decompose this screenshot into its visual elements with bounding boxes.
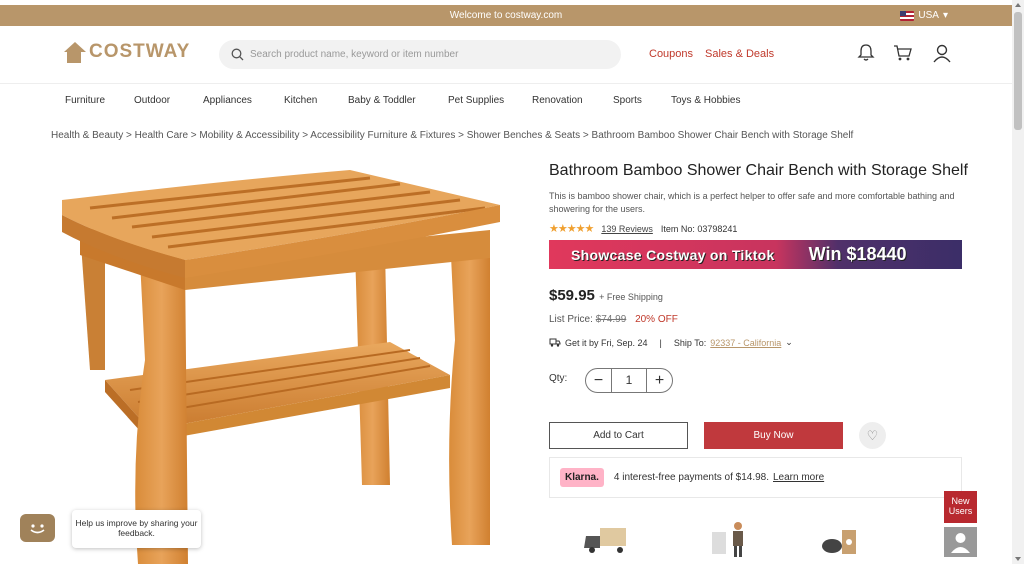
- qty-value[interactable]: 1: [611, 369, 647, 392]
- star-rating-icon: ★★★★★: [549, 223, 594, 235]
- separator: |: [659, 337, 662, 348]
- list-price: $74.99: [595, 314, 627, 325]
- welcome-text: Welcome to costway.com: [449, 10, 563, 21]
- qty-label: Qty:: [549, 373, 568, 384]
- wishlist-heart-icon[interactable]: ♡: [859, 422, 886, 449]
- product-image[interactable]: [50, 160, 520, 564]
- cart-icon[interactable]: [893, 43, 913, 63]
- price-row: $59.95 + Free Shipping: [549, 287, 663, 304]
- page-scrollbar[interactable]: [1012, 0, 1024, 564]
- scroll-down-icon[interactable]: [1015, 557, 1021, 561]
- logo-text: COSTWAY: [89, 41, 191, 62]
- banner-right-text: Win $18440: [808, 244, 907, 264]
- savings-feature-icon: [822, 530, 856, 554]
- klarna-badge: Klarna.: [560, 468, 604, 487]
- product-title: Bathroom Bamboo Shower Chair Bench with …: [549, 162, 968, 179]
- site-header: COSTWAY Coupons Sales & Deals: [0, 26, 1012, 84]
- smiley-icon: [30, 524, 45, 534]
- search-bar[interactable]: [219, 40, 621, 69]
- add-to-cart-button[interactable]: Add to Cart: [549, 422, 688, 449]
- person-icon: [951, 533, 970, 553]
- breadcrumb[interactable]: Health & Beauty > Health Care > Mobility…: [51, 130, 853, 141]
- user-panel-button[interactable]: [944, 527, 977, 557]
- coupons-link[interactable]: Coupons: [649, 48, 693, 60]
- region-selector[interactable]: USA ▾: [900, 5, 948, 26]
- quantity-stepper: − 1 +: [585, 368, 673, 393]
- feedback-bubble[interactable]: Help us improve by sharing your feedback…: [72, 510, 201, 548]
- ship-to-zip-link[interactable]: 92337 - California: [710, 338, 781, 348]
- sales-deals-link[interactable]: Sales & Deals: [705, 48, 774, 60]
- delivery-truck-icon: [549, 338, 561, 347]
- feedback-chat-button[interactable]: [20, 514, 55, 542]
- region-label: USA: [918, 10, 939, 21]
- banner-left-text: Showcase Costway on Tiktok: [571, 246, 775, 263]
- increase-qty-button[interactable]: +: [647, 372, 672, 390]
- nav-item-kitchen[interactable]: Kitchen: [284, 95, 317, 106]
- shipping-row: Get it by Fri, Sep. 24 | Ship To: 92337 …: [549, 337, 793, 348]
- caret-down-icon: ▾: [942, 10, 948, 21]
- klarna-text: 4 interest-free payments of $14.98.: [613, 472, 769, 483]
- klarna-learn-more-link[interactable]: Learn more: [773, 472, 824, 483]
- nav-item-sports[interactable]: Sports: [613, 95, 642, 106]
- delivery-estimate: Get it by Fri, Sep. 24: [565, 337, 648, 348]
- sale-price: $59.95: [549, 287, 595, 304]
- search-input[interactable]: [250, 49, 610, 60]
- delivery-truck-feature-icon: [584, 528, 626, 553]
- new-users-button[interactable]: New Users: [944, 491, 977, 523]
- customer-service-feature-icon: [712, 522, 743, 557]
- us-flag-icon: [900, 10, 915, 21]
- nav-item-furniture[interactable]: Furniture: [65, 95, 105, 106]
- nav-item-renovation[interactable]: Renovation: [532, 95, 583, 106]
- rating-row: ★★★★★ 139 Reviews Item No: 03798241: [549, 222, 737, 235]
- ship-to-label: Ship To:: [673, 337, 707, 348]
- discount-badge: 20% OFF: [635, 314, 678, 325]
- nav-item-outdoor[interactable]: Outdoor: [134, 95, 170, 106]
- list-price-label: List Price:: [549, 314, 593, 325]
- user-icon[interactable]: [932, 43, 952, 63]
- reviews-link[interactable]: 139 Reviews: [601, 224, 653, 234]
- item-number: Item No: 03798241: [660, 223, 738, 234]
- list-price-row: List Price: $74.99 20% OFF: [549, 314, 678, 325]
- buy-now-button[interactable]: Buy Now: [704, 422, 843, 449]
- klarna-payment-box: Klarna. 4 interest-free payments of $14.…: [549, 457, 962, 498]
- nav-item-toys-hobbies[interactable]: Toys & Hobbies: [671, 95, 740, 106]
- nav-item-appliances[interactable]: Appliances: [203, 95, 252, 106]
- tiktok-promo-banner[interactable]: Showcase Costway on Tiktok Win $18440: [549, 240, 962, 269]
- welcome-bar: Welcome to costway.com USA ▾: [0, 5, 1012, 26]
- house-logo-icon: [62, 40, 86, 64]
- decrease-qty-button[interactable]: −: [586, 372, 611, 390]
- bell-icon[interactable]: [856, 43, 876, 63]
- free-shipping: + Free Shipping: [599, 292, 663, 302]
- scroll-thumb[interactable]: [1014, 12, 1022, 130]
- product-description: This is bamboo shower chair, which is a …: [549, 191, 955, 214]
- scroll-up-icon[interactable]: [1015, 3, 1021, 7]
- nav-item-baby-toddler[interactable]: Baby & Toddler: [348, 95, 416, 106]
- category-nav: Furniture Outdoor Appliances Kitchen Bab…: [0, 84, 1012, 118]
- search-icon[interactable]: [231, 48, 244, 61]
- costway-logo[interactable]: COSTWAY: [62, 40, 190, 64]
- nav-item-pet-supplies[interactable]: Pet Supplies: [448, 95, 504, 106]
- chevron-down-icon[interactable]: ⌄: [785, 337, 793, 348]
